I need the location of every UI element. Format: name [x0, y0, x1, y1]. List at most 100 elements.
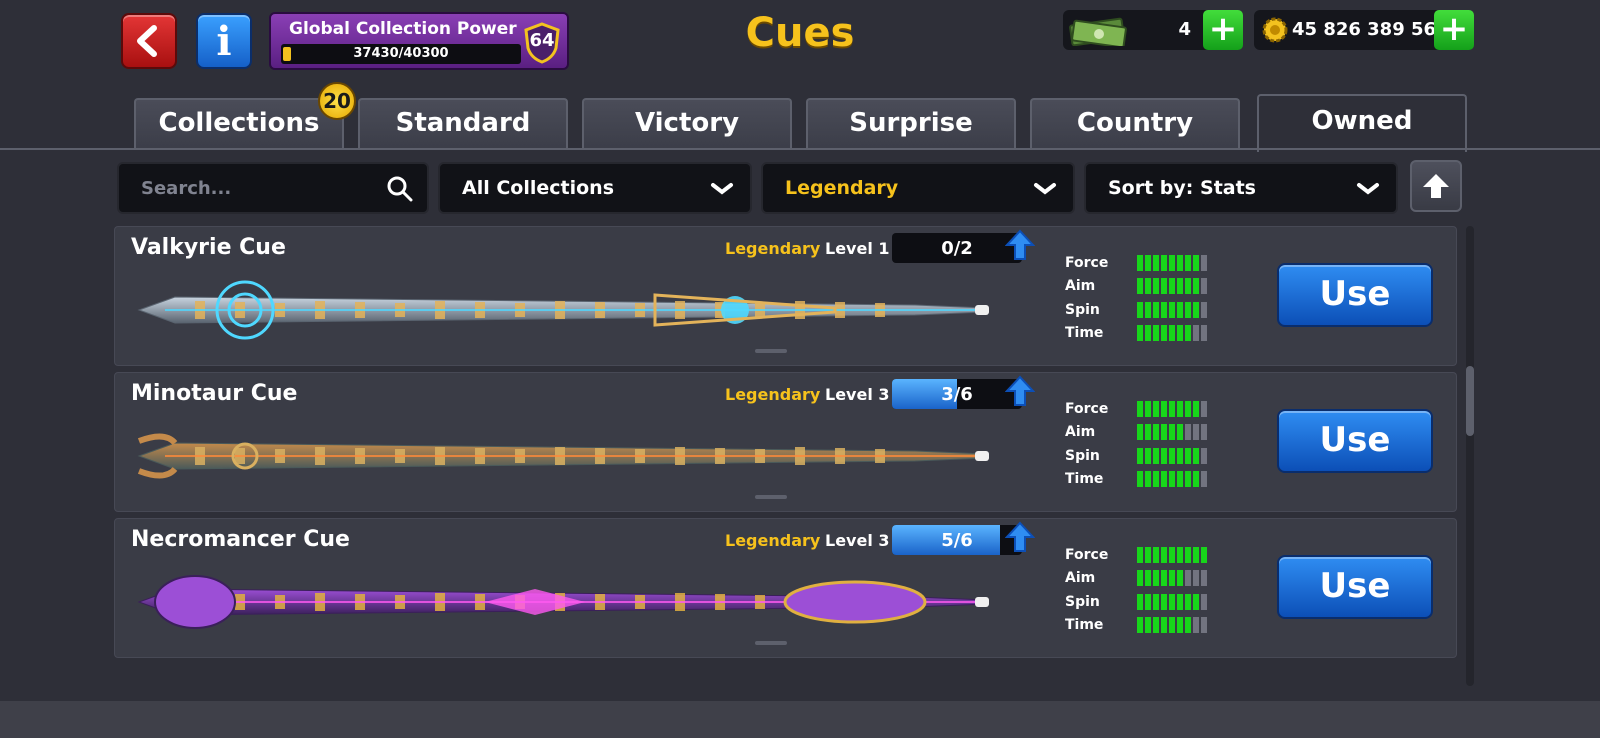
stat-row-force: Force [1065, 253, 1215, 276]
stat-segment [1193, 255, 1199, 271]
cue-card[interactable]: Valkyrie Cue Legendary Level 1 0/2 Force Aim S… [114, 226, 1457, 366]
stat-bar-aim [1137, 570, 1207, 587]
stat-segment [1169, 447, 1175, 464]
cue-level: Level 3 [825, 531, 890, 550]
stat-segment [1177, 447, 1183, 464]
stat-segment [1177, 593, 1183, 610]
tab-collections[interactable]: Collections [134, 98, 344, 150]
cue-stats: Force Aim Spin Time [1065, 545, 1215, 639]
filter-bar: Search... All Collections Legendary Sort… [0, 160, 1600, 216]
stat-segment [1169, 401, 1175, 417]
stat-label: Time [1065, 471, 1104, 488]
tab-standard[interactable]: Standard [358, 98, 568, 150]
cue-card[interactable]: Necromancer Cue Legendary Level 3 5/6 Force A… [114, 518, 1457, 658]
stat-segment [1177, 278, 1183, 295]
chevron-down-icon [711, 183, 733, 195]
chevron-down-icon [1357, 183, 1379, 195]
stat-segment [1177, 255, 1183, 271]
stat-segment [1145, 255, 1151, 271]
collection-dropdown-label: All Collections [462, 177, 614, 199]
arrow-up-icon [1423, 174, 1449, 198]
stat-segment [1161, 325, 1167, 342]
stat-segment [1177, 325, 1183, 342]
cue-name: Valkyrie Cue [131, 235, 286, 260]
stat-segment [1145, 301, 1151, 318]
stat-segment [1161, 401, 1167, 417]
stat-segment [1153, 301, 1159, 318]
stat-label: Force [1065, 401, 1109, 417]
stat-segment [1153, 471, 1159, 488]
tab-country[interactable]: Country [1030, 98, 1240, 150]
scrollbar-thumb[interactable] [1466, 366, 1474, 436]
cue-rarity: Legendary [725, 385, 821, 404]
use-button[interactable]: Use [1277, 555, 1433, 619]
category-tabs: Collections Standard Victory Surprise Co… [0, 94, 1600, 152]
stat-bar-time [1137, 617, 1207, 634]
add-cash-button[interactable]: + [1203, 10, 1243, 50]
stat-segment [1161, 547, 1167, 563]
stat-bar-force [1137, 255, 1207, 271]
search-input[interactable]: Search... [117, 162, 429, 214]
stat-segment [1193, 593, 1199, 610]
cash-icon [1069, 17, 1127, 46]
cue-list: Valkyrie Cue Legendary Level 1 0/2 Force Aim S… [112, 226, 1458, 696]
stat-segment [1161, 255, 1167, 271]
stat-bar-force [1137, 401, 1207, 417]
stat-segment [1185, 278, 1191, 295]
collection-power-value: 37430/40300 [353, 46, 449, 61]
sort-dropdown[interactable]: Sort by: Stats [1084, 162, 1398, 214]
stat-label: Force [1065, 255, 1109, 271]
stat-segment [1201, 570, 1207, 587]
stat-segment [1177, 617, 1183, 634]
cue-stats: Force Aim Spin Time [1065, 253, 1215, 347]
collection-dropdown[interactable]: All Collections [438, 162, 752, 214]
rarity-dropdown[interactable]: Legendary [761, 162, 1075, 214]
stat-segment [1177, 401, 1183, 417]
use-button[interactable]: Use [1277, 263, 1433, 327]
stat-segment [1169, 593, 1175, 610]
coin-value: 45 826 389 561 [1292, 19, 1449, 40]
upgrade-progress-value: 3/6 [941, 384, 973, 405]
stat-segment [1177, 471, 1183, 488]
add-coins-button[interactable]: + [1434, 10, 1474, 50]
page-title: Cues [745, 10, 855, 56]
search-placeholder: Search... [141, 178, 232, 199]
stat-label: Spin [1065, 593, 1100, 610]
stat-row-spin: Spin [1065, 446, 1215, 469]
upgrade-progress: 3/6 [892, 379, 1022, 409]
stat-segment [1185, 617, 1191, 634]
collection-power-panel[interactable]: Global Collection Power 37430/40300 64 [269, 12, 569, 70]
stat-segment [1145, 447, 1151, 464]
upgrade-progress: 0/2 [892, 233, 1022, 263]
sort-direction-button[interactable] [1410, 160, 1462, 212]
upgrade-arrow-icon[interactable] [1005, 229, 1035, 263]
info-button[interactable]: i [196, 13, 252, 69]
stat-segment [1185, 401, 1191, 417]
tab-victory[interactable]: Victory [582, 98, 792, 150]
rarity-dropdown-label: Legendary [785, 177, 899, 199]
stat-segment [1201, 255, 1207, 271]
use-button[interactable]: Use [1277, 409, 1433, 473]
scrollbar[interactable] [1466, 226, 1474, 686]
back-button[interactable] [121, 13, 177, 69]
cue-image [135, 421, 1005, 495]
expand-handle[interactable] [755, 641, 787, 645]
stat-segment [1193, 401, 1199, 417]
tab-surprise[interactable]: Surprise [806, 98, 1016, 150]
stat-segment [1193, 424, 1199, 441]
stat-segment [1201, 617, 1207, 634]
expand-handle[interactable] [755, 349, 787, 353]
cue-card[interactable]: Minotaur Cue Legendary Level 3 3/6 Force Aim S… [114, 372, 1457, 512]
stat-segment [1177, 570, 1183, 587]
stat-segment [1185, 255, 1191, 271]
upgrade-arrow-icon[interactable] [1005, 521, 1035, 555]
cue-rarity: Legendary [725, 239, 821, 258]
stat-segment [1145, 547, 1151, 563]
upgrade-arrow-icon[interactable] [1005, 375, 1035, 409]
tab-owned[interactable]: Owned [1257, 94, 1467, 152]
stat-segment [1169, 424, 1175, 441]
stat-segment [1193, 325, 1199, 342]
collection-power-level: 64 [529, 30, 555, 51]
expand-handle[interactable] [755, 495, 787, 499]
cue-name: Minotaur Cue [131, 381, 298, 406]
